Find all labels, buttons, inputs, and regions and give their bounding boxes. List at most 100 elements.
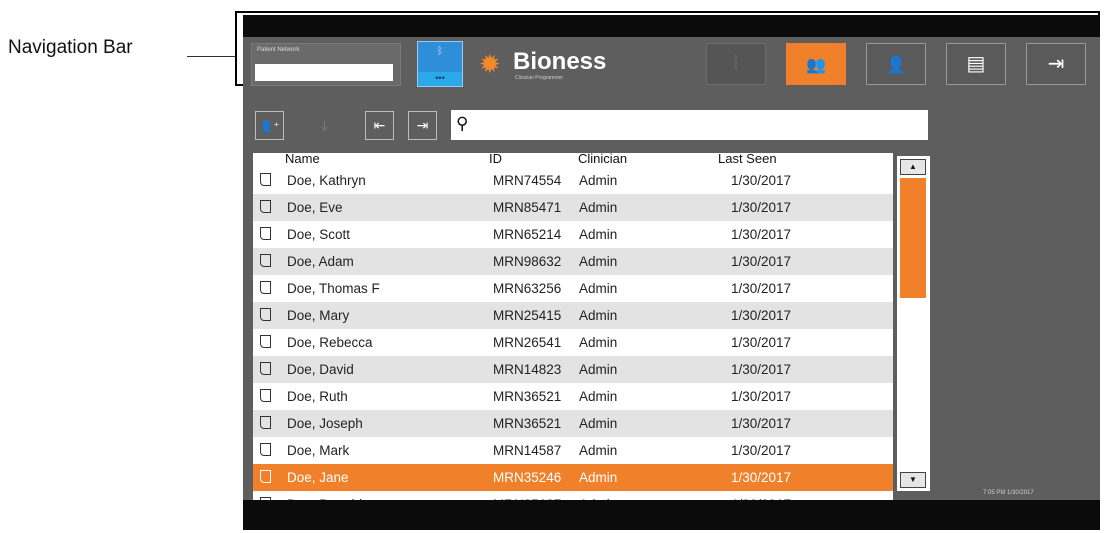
bluetooth-button[interactable]: ᛒ ••• (417, 41, 463, 87)
patient-table: Name ID Clinician Last Seen Doe, Kathryn… (253, 153, 893, 500)
cell-last-seen: 1/30/2017 (731, 173, 792, 188)
cell-clinician: Admin (579, 335, 618, 350)
table-scrollbar[interactable]: ▲ ▼ (897, 156, 930, 491)
cell-last-seen: 1/30/2017 (731, 416, 792, 431)
table-row[interactable]: Doe, Rebecca MRN26541 Admin 1/30/2017 (253, 329, 893, 356)
cell-last-seen: 1/30/2017 (731, 389, 792, 404)
cell-name: Doe, Mary (287, 308, 350, 323)
patient-network-label: Patient Network (257, 47, 300, 53)
download-icon: ⤓ (321, 117, 328, 133)
table-row[interactable]: Doe, Eve MRN85471 Admin 1/30/2017 (253, 194, 893, 221)
search-input[interactable] (479, 114, 923, 136)
cell-name: Doe, Ruth (287, 389, 348, 404)
document-icon (260, 335, 271, 348)
scroll-thumb[interactable] (900, 178, 926, 298)
cell-id: MRN26541 (493, 335, 562, 350)
cell-name: Doe, Scott (287, 227, 351, 242)
cell-last-seen: 1/30/2017 (731, 335, 792, 350)
table-row[interactable]: Doe, Adam MRN98632 Admin 1/30/2017 (253, 248, 893, 275)
cell-id: MRN14823 (493, 362, 562, 377)
patient-button[interactable]: 👤 (866, 43, 926, 85)
cell-name: Doe, Thomas F (287, 281, 380, 296)
cell-name: Doe, Joseph (287, 416, 363, 431)
cell-id: MRN74554 (493, 173, 562, 188)
import-icon: ⇤ (373, 117, 386, 133)
cell-id: MRN36521 (493, 389, 562, 404)
cell-clinician: Admin (579, 254, 618, 269)
status-timestamp: 7:05 PM 1/30/2017 (983, 490, 1034, 496)
top-black-bar (243, 15, 1100, 37)
table-row[interactable]: Doe, Mark MRN14587 Admin 1/30/2017 (253, 437, 893, 464)
cell-clinician: Admin (579, 470, 618, 485)
cell-name: Doe, Rebecca (287, 335, 373, 350)
cell-last-seen: 1/30/2017 (731, 470, 792, 485)
patients-button[interactable]: 👥 (786, 43, 846, 85)
logo-subtext: Clinician Programmer (515, 75, 564, 81)
import-button[interactable]: ⇤ (365, 111, 394, 140)
bluetooth-icon: ᛒ (437, 46, 443, 57)
cell-id: MRN25415 (493, 308, 562, 323)
export-button[interactable]: ⇥ (408, 111, 437, 140)
navigation-bar: Patient Network ᛒ ••• ✹ Bioness Clinicia… (243, 37, 1100, 93)
app-window: Patient Network ᛒ ••• ✹ Bioness Clinicia… (243, 15, 1100, 530)
table-row[interactable]: Doe, Scott MRN65214 Admin 1/30/2017 (253, 221, 893, 248)
cell-clinician: Admin (579, 173, 618, 188)
cell-clinician: Admin (579, 362, 618, 377)
header-name[interactable]: Name (285, 153, 320, 166)
document-icon (260, 443, 271, 456)
add-patient-button[interactable]: 👤⁺ (255, 111, 284, 140)
cell-name: Doe, Jane (287, 470, 349, 485)
table-header: Name ID Clinician Last Seen (253, 153, 893, 167)
reports-button[interactable]: ▤ (946, 43, 1006, 85)
document-icon (260, 308, 271, 321)
cell-last-seen: 1/30/2017 (731, 200, 792, 215)
cell-last-seen: 1/30/2017 (731, 308, 792, 323)
document-icon (260, 173, 271, 186)
table-row[interactable]: Doe, Jane MRN35246 Admin 1/30/2017 (253, 464, 893, 491)
cell-last-seen: 1/30/2017 (731, 281, 792, 296)
cell-clinician: Admin (579, 227, 618, 242)
scroll-down-button[interactable]: ▼ (900, 472, 926, 488)
cell-last-seen: 1/30/2017 (731, 362, 792, 377)
document-icon (260, 389, 271, 402)
user-icon: 👤 (886, 57, 906, 74)
cell-clinician: Admin (579, 416, 618, 431)
table-row[interactable]: Doe, David MRN14823 Admin 1/30/2017 (253, 356, 893, 383)
cell-name: Doe, Mark (287, 443, 350, 458)
cell-name: Doe, David (287, 362, 354, 377)
search-icon: ⚲ (456, 114, 469, 133)
table-row[interactable]: Doe, DonaldMRN35687Admin1/30/2017 (253, 491, 893, 500)
table-row[interactable]: Doe, Thomas F MRN63256 Admin 1/30/2017 (253, 275, 893, 302)
table-row[interactable]: Doe, Mary MRN25415 Admin 1/30/2017 (253, 302, 893, 329)
cell-clinician: Admin (579, 443, 618, 458)
export-icon: ⇥ (416, 117, 429, 133)
cell-last-seen: 1/30/2017 (731, 254, 792, 269)
cell-id: MRN14587 (493, 443, 562, 458)
table-row[interactable]: Doe, Kathryn MRN74554 Admin 1/30/2017 (253, 167, 893, 194)
logout-icon: ⇥ (1047, 53, 1065, 75)
document-icon (260, 200, 271, 213)
document-icon (260, 281, 271, 294)
patient-list-panel: 👤⁺ ⤓ ⇤ ⇥ ⚲ Name ID Clinician Last Seen D… (243, 93, 943, 500)
header-id[interactable]: ID (489, 153, 502, 166)
table-row[interactable]: Doe, Joseph MRN36521 Admin 1/30/2017 (253, 410, 893, 437)
header-clinician[interactable]: Clinician (578, 153, 627, 166)
bluetooth-status: ••• (418, 72, 462, 86)
cell-name: Doe, Eve (287, 200, 343, 215)
document-icon (260, 416, 271, 429)
search-box: ⚲ (451, 110, 928, 140)
cell-name: Doe, Adam (287, 254, 354, 269)
group-icon: 👥 (806, 57, 826, 74)
cell-id: MRN63256 (493, 281, 562, 296)
cell-last-seen: 1/30/2017 (731, 227, 792, 242)
stimulator-button[interactable]: ⦚ (706, 43, 766, 85)
header-last-seen[interactable]: Last Seen (718, 153, 777, 166)
logout-button[interactable]: ⇥ (1026, 43, 1086, 85)
cell-id: MRN35246 (493, 470, 562, 485)
bioness-sun-icon: ✹ (479, 49, 501, 79)
download-button[interactable]: ⤓ (310, 111, 339, 140)
cell-id: MRN98632 (493, 254, 562, 269)
table-row[interactable]: Doe, Ruth MRN36521 Admin 1/30/2017 (253, 383, 893, 410)
patient-network-input[interactable] (255, 64, 393, 81)
scroll-up-button[interactable]: ▲ (900, 159, 926, 175)
